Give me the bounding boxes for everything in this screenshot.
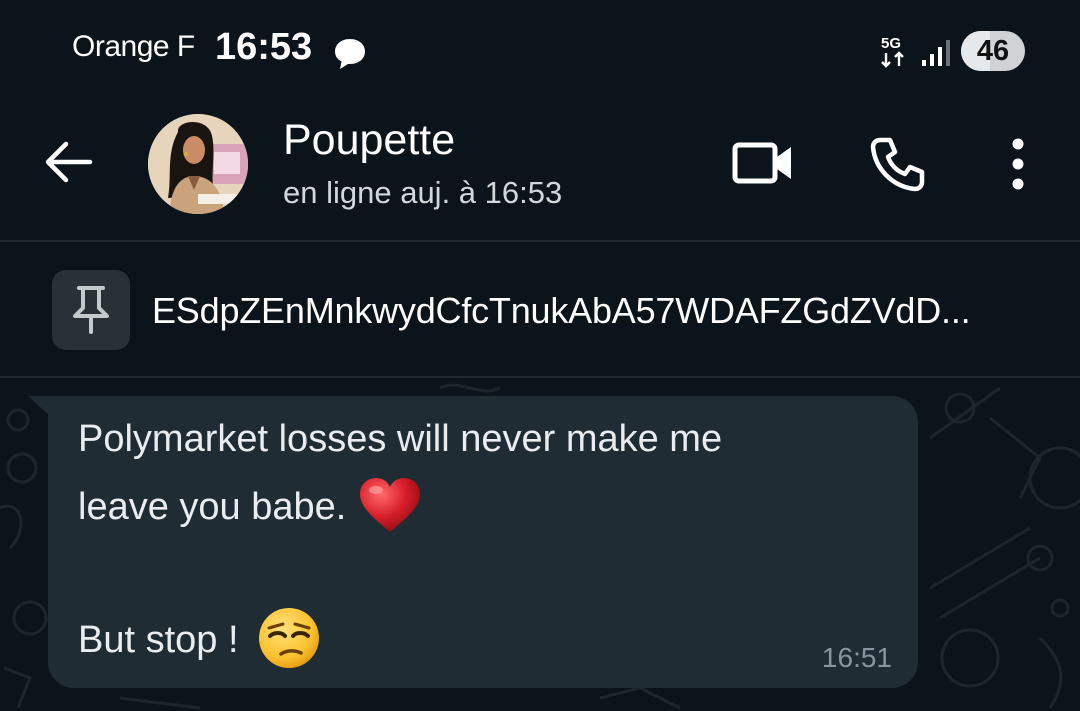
message-text-line-3-text: But stop ! — [78, 619, 239, 662]
back-arrow-icon[interactable] — [40, 138, 96, 186]
phone-icon[interactable] — [868, 134, 928, 194]
message-text-line-1: Polymarket losses will never make me — [78, 418, 723, 460]
pin-icon — [73, 286, 109, 334]
contact-name[interactable]: Poupette — [283, 116, 455, 165]
carrier-name: Orange F — [72, 30, 195, 63]
status-bar: Orange F 16:53 5G 46 — [0, 0, 1080, 100]
pin-button[interactable] — [52, 270, 130, 350]
chat-area: Polymarket losses will never make me lea… — [0, 378, 1080, 711]
network-5g-icon: 5G — [881, 35, 904, 68]
message-text-line-2-text: leave you babe. — [78, 486, 347, 529]
avatar[interactable] — [148, 114, 248, 214]
message-text-line-3: But stop ! — [78, 608, 321, 674]
signal-strength-icon — [922, 40, 950, 66]
battery-indicator: 46 — [961, 31, 1025, 71]
avatar-illustration — [148, 114, 248, 214]
pinned-message-text[interactable]: ESdpZEnMnkwydCfcTnukAbA57WDAFZGdZVdD... — [152, 290, 1042, 332]
heart-emoji — [360, 478, 421, 532]
chat-bubble-icon — [335, 39, 365, 69]
battery-level-label: 46 — [976, 35, 1010, 67]
message-text-line-2: leave you babe. — [78, 478, 422, 538]
pinned-message-bar[interactable]: ESdpZEnMnkwydCfcTnukAbA57WDAFZGdZVdD... — [0, 242, 1080, 378]
chat-header: Poupette en ligne auj. à 16:53 — [0, 100, 1080, 241]
whatsapp-chat-screen: Orange F 16:53 5G 46 Poupette en ligne a… — [0, 0, 1080, 711]
contact-last-seen: en ligne auj. à 16:53 — [283, 175, 563, 210]
message-timestamp: 16:51 — [821, 642, 892, 673]
status-clock: 16:53 — [215, 26, 313, 68]
more-vertical-icon[interactable] — [998, 136, 1038, 192]
network-type-label: 5G — [881, 35, 901, 52]
video-camera-icon[interactable] — [730, 136, 796, 190]
incoming-message-bubble[interactable]: Polymarket losses will never make me lea… — [48, 396, 918, 688]
unamused-face-emoji — [258, 608, 319, 668]
